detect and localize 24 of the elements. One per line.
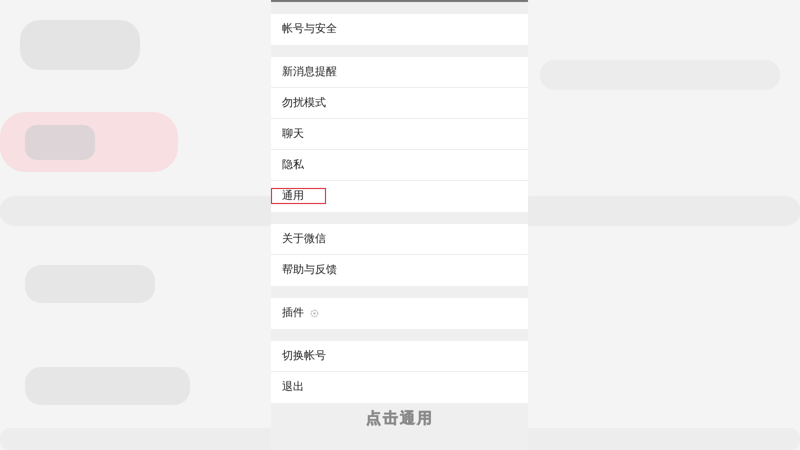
settings-item[interactable]: 聊天: [271, 119, 528, 150]
settings-item[interactable]: 帐号与安全: [271, 14, 528, 45]
settings-item[interactable]: 勿扰模式: [271, 88, 528, 119]
item-label: 隐私: [282, 156, 304, 173]
item-label: 关于微信: [282, 230, 326, 247]
settings-item[interactable]: 退出: [271, 372, 528, 403]
settings-item[interactable]: 通用: [271, 181, 528, 212]
settings-item[interactable]: 关于微信: [271, 224, 528, 255]
gear-icon: [310, 309, 319, 318]
settings-item[interactable]: 隐私: [271, 150, 528, 181]
settings-item[interactable]: 切换帐号: [271, 341, 528, 372]
item-label: 切换帐号: [282, 348, 326, 364]
item-label: 勿扰模式: [282, 94, 326, 111]
item-label: 帐号与安全: [282, 21, 337, 38]
item-label: 插件: [282, 305, 304, 322]
settings-item[interactable]: 插件: [271, 298, 528, 329]
item-label: 通用: [282, 188, 304, 204]
item-label: 聊天: [282, 126, 304, 142]
item-label: 退出: [282, 379, 304, 396]
item-label: 新消息提醒: [282, 64, 337, 80]
settings-item[interactable]: 帮助与反馈: [271, 255, 528, 286]
subtitle-caption: 点击通用: [366, 408, 434, 429]
item-label: 帮助与反馈: [282, 262, 337, 278]
settings-item[interactable]: 新消息提醒: [271, 57, 528, 88]
